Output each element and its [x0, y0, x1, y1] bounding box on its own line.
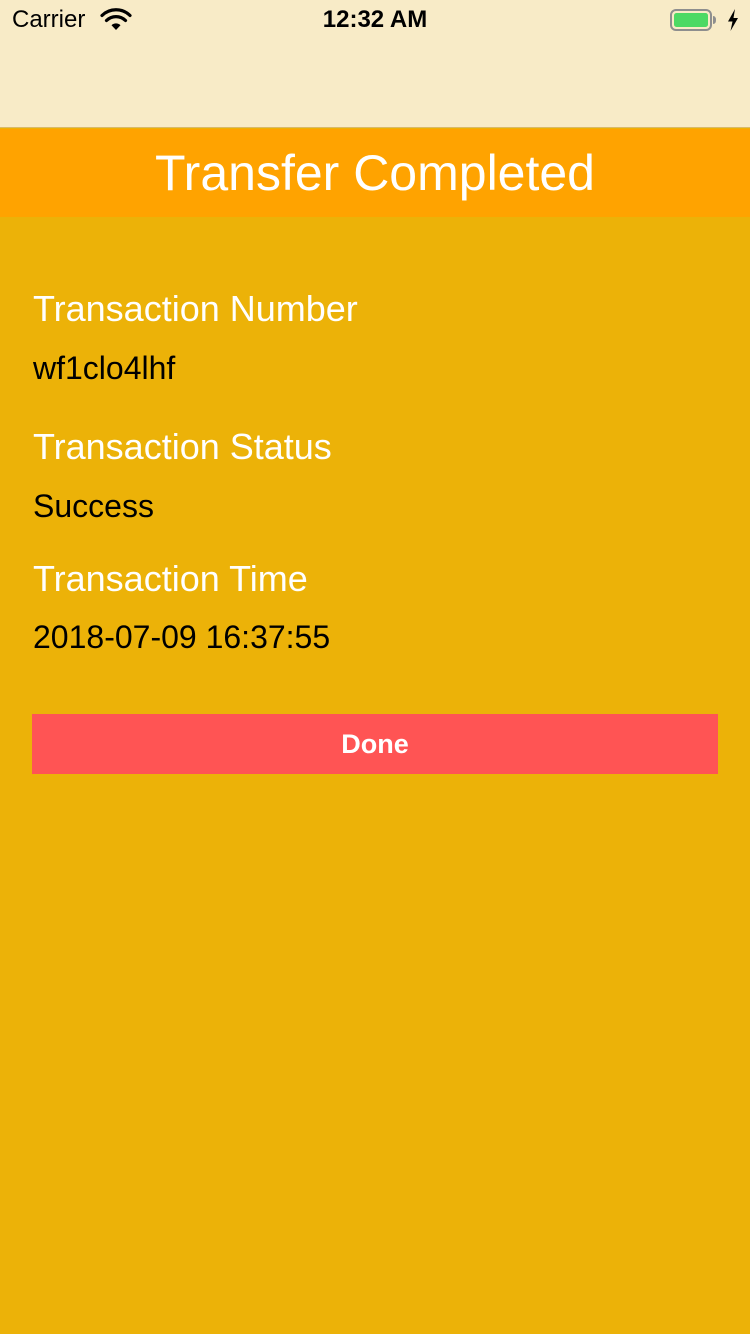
title-banner: Transfer Completed [0, 129, 750, 217]
status-bar: Carrier 12:32 AM [0, 0, 750, 40]
transaction-status-label: Transaction Status [33, 426, 332, 467]
transaction-time-label: Transaction Time [33, 558, 308, 599]
transaction-number-label: Transaction Number [33, 288, 358, 329]
transaction-number-value: wf1clo4lhf [33, 350, 176, 386]
charging-bolt-icon [728, 9, 738, 31]
transaction-time-value: 2018-07-09 16:37:55 [33, 619, 331, 655]
navigation-bar: Carrier 12:32 AM [0, 0, 750, 128]
battery-icon [670, 9, 716, 31]
status-time: 12:32 AM [322, 6, 428, 33]
transaction-status-value: Success [33, 488, 154, 524]
page-title: Transfer Completed [155, 145, 595, 201]
done-button[interactable]: Done [32, 714, 718, 774]
